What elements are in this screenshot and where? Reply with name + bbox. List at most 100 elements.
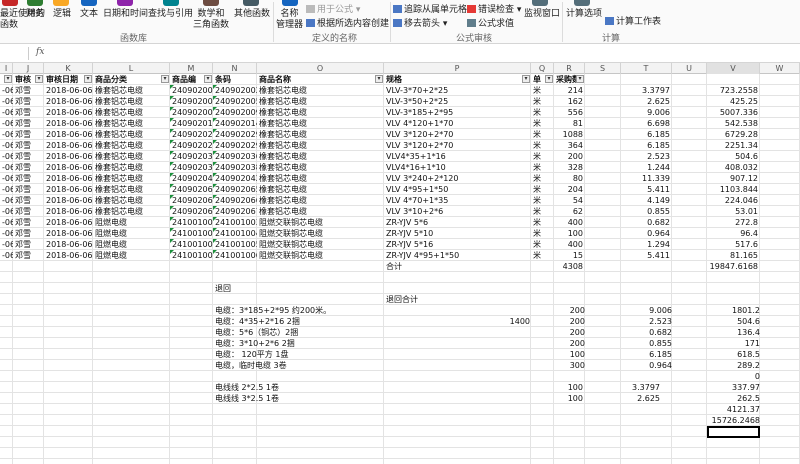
cell-p[interactable]: VLV 3*120+2*70 [384,140,531,151]
cell-v[interactable]: 5007.336 [707,107,760,118]
cell-i[interactable]: -06 [0,85,13,96]
cell-v[interactable]: 81.165 [707,250,760,261]
header-cell-m[interactable]: 商品编 ▾ [170,74,213,85]
cell-i[interactable]: -06 [0,107,13,118]
cell-m[interactable]: 240902029 [170,140,213,151]
cell-t[interactable]: 9.006 [621,107,672,118]
column-header-v[interactable]: V [707,63,760,74]
cell-n[interactable]: 240902038 [213,162,257,173]
cell-i[interactable]: -06 [0,206,13,217]
cell-m[interactable]: 240902009 [170,107,213,118]
filter-dropdown-icon[interactable]: ▾ [35,75,43,83]
cell-m[interactable]: 240902065 [170,184,213,195]
filter-dropdown-icon[interactable]: ▾ [576,75,584,83]
cell-o[interactable]: 橡套铝芯电缆 [257,107,384,118]
cell-l[interactable]: 橡套铝芯电缆 [93,140,170,151]
cell-q[interactable]: 米 [531,96,554,107]
cell-p[interactable]: VLV 4*120+1*70 [384,118,531,129]
cell-t[interactable]: 5.411 [621,250,672,261]
cell-j[interactable]: 邓雪 [13,107,44,118]
cell-m[interactable]: 240902005 [170,96,213,107]
return-item-qty[interactable]: 300 [525,360,585,371]
column-header-q[interactable]: Q [531,63,554,74]
cell-l[interactable]: 橡套铝芯电缆 [93,162,170,173]
cell-o[interactable]: 橡套铝芯电缆 [257,195,384,206]
cell-j[interactable]: 邓雪 [13,140,44,151]
filter-dropdown-icon[interactable]: ▾ [522,75,530,83]
cell-o[interactable]: 橡套铝芯电缆 [257,184,384,195]
cell-q[interactable]: 米 [531,151,554,162]
cell-i[interactable]: -06 [0,250,13,261]
return-item-price[interactable]: 2.523 [612,316,672,327]
cell-v[interactable]: 425.25 [707,96,760,107]
cell-k[interactable]: 2018-06-06 [44,151,93,162]
cell-r[interactable]: 200 [554,151,585,162]
column-header-p[interactable]: P [384,63,531,74]
cell-m[interactable]: 241001006 [170,250,213,261]
cell-n[interactable]: 240902067 [213,206,257,217]
cell-p[interactable]: ZR-YJV 5*6 [384,217,531,228]
cell-j[interactable]: 邓雪 [13,206,44,217]
cell-m[interactable]: 240902036 [170,151,213,162]
cell-l[interactable]: 橡套铝芯电缆 [93,151,170,162]
cell-q[interactable]: 米 [531,250,554,261]
cell-q[interactable]: 米 [531,129,554,140]
cell-i[interactable]: -06 [0,239,13,250]
column-header-r[interactable]: R [554,63,585,74]
cell-m[interactable]: 240902029 [170,129,213,140]
column-header-u[interactable]: U [672,63,707,74]
return-item-desc[interactable]: 电缆：5*6（铜芯）2捆 [215,327,298,338]
cell-n[interactable]: 240902002 [213,85,257,96]
column-header-w[interactable]: W [760,63,800,74]
column-header-i[interactable]: I [0,63,13,74]
cell-t[interactable]: 2.625 [621,96,672,107]
cell-r[interactable]: 400 [554,217,585,228]
cell-j[interactable]: 邓雪 [13,217,44,228]
cell-k[interactable]: 2018-06-06 [44,129,93,140]
cell-k[interactable]: 2018-06-06 [44,239,93,250]
cell-k[interactable]: 2018-06-06 [44,206,93,217]
return-item-price[interactable]: 9.006 [612,305,672,316]
cell-o[interactable]: 橡套铝芯电缆 [257,173,384,184]
cell-t[interactable]: 0.964 [621,228,672,239]
cell-p[interactable]: ZR-YJV 5*16 [384,239,531,250]
cell-l[interactable]: 橡套铝芯电缆 [93,118,170,129]
cell-l[interactable]: 阻燃电缆 [93,239,170,250]
cell-j[interactable]: 邓雪 [13,173,44,184]
cell-l[interactable]: 橡套铝芯电缆 [93,107,170,118]
header-cell-k[interactable]: 审核日期 ▾ [44,74,93,85]
header-cell-o[interactable]: 商品名称 ▾ [257,74,384,85]
returns-sum[interactable]: 4121.37 [700,404,760,415]
cell-l[interactable]: 橡套铝芯电缆 [93,206,170,217]
cell-v[interactable]: 504.6 [707,151,760,162]
total-cell-r[interactable]: 4308 [554,261,585,272]
column-header-s[interactable]: S [585,63,621,74]
cell-k[interactable]: 2018-06-06 [44,140,93,151]
text-button[interactable]: 文本 [80,9,98,20]
cell-q[interactable]: 米 [531,239,554,250]
cell-j[interactable]: 邓雪 [13,129,44,140]
cell-j[interactable]: 邓雪 [13,85,44,96]
cell-j[interactable]: 邓雪 [13,151,44,162]
fx-icon[interactable]: fx [36,47,44,57]
cell-v[interactable]: 272.8 [707,217,760,228]
cell-j[interactable]: 邓雪 [13,228,44,239]
return-item-extra[interactable]: 1400 [470,316,530,327]
cell-n[interactable]: 240902014 [213,118,257,129]
use-in-formula-button[interactable]: 用于公式 ▾ [306,2,360,15]
calc-sheet-button[interactable]: 计算工作表 [605,14,661,27]
cell-n[interactable]: 240902029 [213,140,257,151]
cell-o[interactable]: 橡套铝芯电缆 [257,118,384,129]
cell-m[interactable]: 241001005 [170,239,213,250]
cell-j[interactable]: 邓雪 [13,195,44,206]
cell-p[interactable]: VLV 4*95+1*50 [384,184,531,195]
cell-o[interactable]: 橡套铝芯电缆 [257,129,384,140]
cell-r[interactable]: 80 [554,173,585,184]
cell-p[interactable]: VLV 3*120+2*70 [384,129,531,140]
cell-i[interactable]: -06 [0,217,13,228]
cell-m[interactable]: 240902002 [170,85,213,96]
cell-q[interactable]: 米 [531,162,554,173]
cell-i[interactable]: -06 [0,96,13,107]
cell-m[interactable]: 241001003 [170,217,213,228]
cell-q[interactable]: 米 [531,85,554,96]
